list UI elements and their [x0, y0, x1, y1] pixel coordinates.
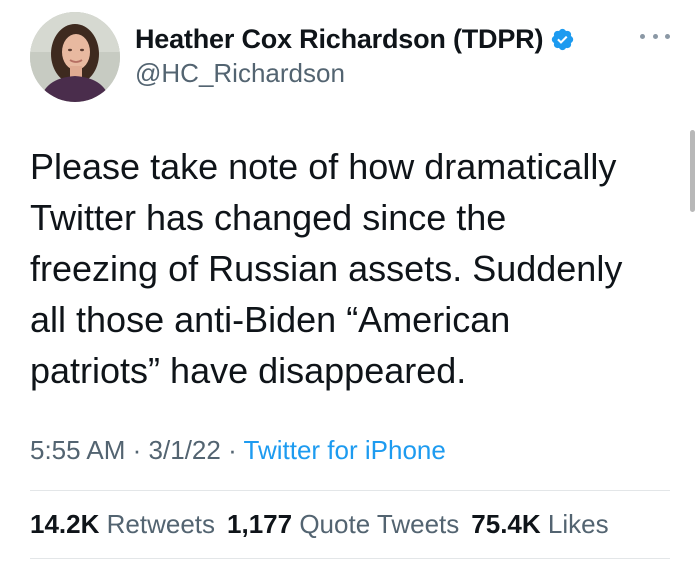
tweet-time[interactable]: 5:55 AM [30, 435, 125, 465]
quote-tweets-stat[interactable]: 1,177 Quote Tweets [227, 509, 459, 540]
more-dot [665, 33, 670, 39]
separator: · [228, 435, 237, 465]
tweet-metadata: 5:55 AM · 3/1/22 · Twitter for iPhone [30, 435, 446, 466]
author-display-name[interactable]: Heather Cox Richardson (TDPR) [135, 24, 543, 55]
likes-count: 75.4K [471, 509, 541, 539]
avatar-photo [30, 12, 120, 102]
tweet-text-line: Twitter has changed since the [30, 197, 507, 238]
avatar[interactable] [30, 12, 120, 102]
tweet-text-line: freezing of Russian assets. Suddenly [30, 248, 623, 289]
divider [30, 558, 670, 559]
tweet-date[interactable]: 3/1/22 [149, 435, 221, 465]
tweet-text-line: Please take note of how dramatically [30, 146, 617, 187]
retweets-label: Retweets [106, 509, 216, 539]
engagement-stats: 14.2K Retweets 1,177 Quote Tweets 75.4K … [30, 509, 609, 540]
more-dot [652, 33, 658, 39]
author-handle[interactable]: @HC_Richardson [135, 58, 345, 89]
likes-stat[interactable]: 75.4K Likes [471, 509, 608, 540]
scrollbar[interactable] [690, 130, 695, 212]
tweet-text-line: patriots” have disappeared. [30, 350, 467, 391]
quote-tweets-label: Quote Tweets [299, 509, 460, 539]
tweet-text-line: all those anti-Biden “American [30, 299, 511, 340]
quote-tweets-count: 1,177 [227, 509, 293, 539]
more-dot [640, 33, 645, 39]
tweet-source-link[interactable]: Twitter for iPhone [244, 435, 446, 465]
retweets-stat[interactable]: 14.2K Retweets [30, 509, 215, 540]
divider [30, 490, 670, 491]
verified-badge-icon [550, 27, 575, 52]
tweet-card: Heather Cox Richardson (TDPR) @HC_Richar… [0, 0, 700, 565]
author-name-row: Heather Cox Richardson (TDPR) [135, 24, 575, 55]
retweets-count: 14.2K [30, 509, 100, 539]
separator: · [132, 435, 142, 465]
more-horizontal-icon[interactable] [640, 26, 670, 46]
likes-label: Likes [547, 509, 609, 539]
tweet-text: Please take note of how dramatically Twi… [30, 141, 670, 396]
